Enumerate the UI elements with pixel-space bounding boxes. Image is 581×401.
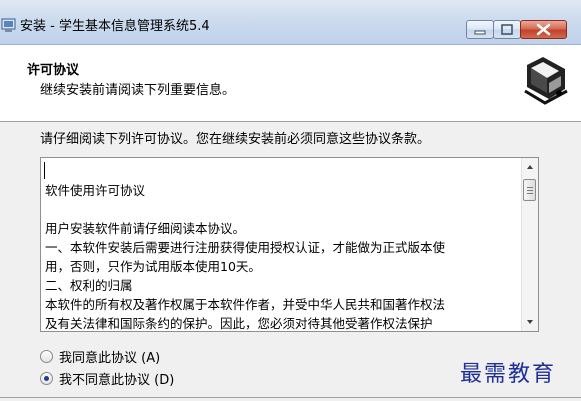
license-line: ​	[45, 200, 517, 219]
license-line: 一、本软件安装后需要进行注册获得使用授权认证，才能做为正式版本使	[45, 240, 446, 255]
license-instruction: 请仔细阅读下列许可协议。您在继续安装前必须同意这些协议条款。	[40, 132, 431, 147]
license-line: 用户安装软件前请仔细阅读本协议。	[45, 221, 246, 236]
decline-option[interactable]: 我不同意此协议 (D)	[40, 369, 175, 388]
license-line: 用，否则，只作为试用版本使用10天。	[45, 259, 261, 274]
window-title: 安装 - 学生基本信息管理系统5.4	[20, 19, 210, 34]
page-subtitle: 继续安装前请阅读下列重要信息。	[40, 83, 236, 98]
title-bar[interactable]: 安装 - 学生基本信息管理系统5.4	[0, 0, 581, 45]
license-scrollbar[interactable]	[521, 158, 538, 331]
page-title: 许可协议	[27, 63, 80, 78]
scroll-thumb[interactable]	[523, 179, 536, 201]
installer-app-icon[interactable]	[1, 17, 17, 33]
scroll-down-icon[interactable]	[522, 314, 538, 331]
license-line: 软件使用许可协议	[45, 183, 146, 198]
license-textbox[interactable]: ​ 软件使用许可协议 ​ 用户安装软件前请仔细阅读本协议。 一、本软件安装后需要…	[40, 157, 539, 332]
license-line: ​	[45, 162, 517, 181]
scroll-grip	[527, 193, 533, 194]
divider	[0, 397, 581, 398]
maximize-button[interactable]	[493, 20, 521, 39]
scroll-up-icon[interactable]	[522, 158, 538, 175]
scroll-grip	[527, 187, 533, 188]
accept-radio[interactable]	[40, 350, 53, 363]
decline-radio[interactable]	[40, 372, 53, 385]
decline-label: 我不同意此协议 (D)	[59, 373, 175, 388]
license-line: 及有关法律和国际条约的保护。因此，您必须对待其他受著作权法保护	[45, 316, 433, 331]
wizard-header: 许可协议 继续安装前请阅读下列重要信息。	[0, 45, 581, 122]
scroll-grip	[527, 190, 533, 191]
accept-label: 我同意此协议 (A)	[59, 351, 161, 366]
installer-window: 安装 - 学生基本信息管理系统5.4 许可协议 继续安装前请阅读下列重要信息。	[0, 0, 581, 401]
license-line: 本软件的所有权及著作权属于本软件作者，并受中华人民共和国著作权法	[45, 297, 446, 312]
license-line: 二、权利的归属	[45, 278, 133, 293]
close-button[interactable]	[520, 20, 567, 39]
watermark: 最需教育	[460, 362, 557, 387]
minimize-button[interactable]	[466, 20, 494, 39]
installer-computer-icon	[521, 53, 571, 105]
accept-option[interactable]: 我同意此协议 (A)	[40, 347, 161, 366]
license-text: ​ 软件使用许可协议 ​ 用户安装软件前请仔细阅读本协议。 一、本软件安装后需要…	[45, 162, 517, 331]
